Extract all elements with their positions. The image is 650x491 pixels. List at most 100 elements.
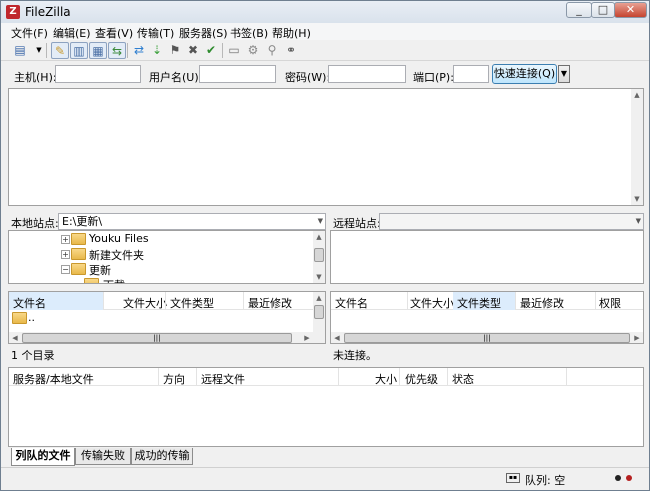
col-filetype[interactable]: 文件类型 — [170, 295, 214, 311]
tree-item-label: Youku Files — [89, 232, 149, 245]
username-label: 用户名(U): — [149, 71, 203, 84]
tree-item-label: 下载 — [103, 277, 125, 283]
col-size[interactable]: 大小 — [375, 371, 397, 387]
search-icon[interactable]: ⚭ — [282, 42, 300, 59]
transfer-queue[interactable]: 服务器/本地文件 方向 远程文件 大小 优先级 状态 — [8, 367, 644, 447]
local-tree-icon[interactable]: ▥ — [70, 42, 88, 59]
remote-site-bar: 远程站点: ▼ — [330, 212, 644, 231]
local-path-combo[interactable]: E:\更新\ ▼ — [58, 213, 326, 230]
col-status[interactable]: 状态 — [452, 371, 474, 387]
col-filename[interactable]: 文件名 — [335, 295, 368, 311]
local-file-scrollbar[interactable]: ▲ — [313, 292, 325, 332]
menu-file[interactable]: 文件(F) — [11, 25, 48, 41]
filter-icon[interactable]: ▭ — [225, 42, 243, 59]
expand-icon[interactable]: + — [61, 250, 70, 259]
col-permissions[interactable]: 权限 — [599, 295, 621, 311]
file-name: .. — [28, 311, 35, 324]
menu-bookmarks[interactable]: 书签(B) — [230, 25, 268, 41]
remote-path-combo[interactable]: ▼ — [379, 213, 644, 230]
col-filesize[interactable]: 文件大小 — [123, 295, 167, 311]
window-title: FileZilla — [25, 5, 71, 19]
maximize-button[interactable]: □ — [591, 2, 615, 18]
tree-item[interactable]: 下载 — [9, 276, 309, 283]
message-log-icon[interactable]: ✎ — [51, 42, 69, 59]
message-log[interactable]: ▲ ▼ — [8, 88, 644, 206]
col-priority[interactable]: 优先级 — [405, 371, 438, 387]
site-manager-icon[interactable]: ▤ — [11, 42, 29, 59]
remote-tree[interactable] — [330, 230, 644, 284]
quickconnect-bar: 主机(H): 用户名(U): 密码(W): 端口(P): 快速连接(Q) ▼ — [1, 62, 649, 87]
username-input[interactable] — [199, 65, 276, 83]
col-direction[interactable]: 方向 — [163, 371, 185, 387]
col-filetype[interactable]: 文件类型 — [457, 295, 501, 311]
queue-icon[interactable]: ⇆ — [108, 42, 126, 59]
remote-tree-icon[interactable]: ▦ — [89, 42, 107, 59]
menu-transfer[interactable]: 传输(T) — [137, 25, 174, 41]
menu-view[interactable]: 查看(V) — [95, 25, 133, 41]
remote-file-list[interactable]: 文件名 文件大小 文件类型 最近修改 权限 ◀ ||| ▶ — [330, 291, 644, 344]
folder-icon — [12, 312, 27, 324]
reconnect-icon[interactable]: ✔ — [202, 42, 220, 59]
menu-bar: 文件(F) 编辑(E) 查看(V) 传输(T) 服务器(S) 书签(B) 帮助(… — [1, 23, 649, 40]
download-indicator-icon — [626, 475, 632, 481]
filezilla-logo-icon: Z — [6, 5, 20, 19]
tab-successful-transfers[interactable]: 成功的传输 — [131, 448, 193, 465]
local-file-list[interactable]: 文件名 ^ 文件大小 文件类型 最近修改 .. ▲ ◀ ||| ▶ — [8, 291, 326, 344]
host-label: 主机(H): — [14, 71, 57, 84]
queue-status: 队列: 空 — [525, 474, 566, 487]
compare-icon[interactable]: ⚙ — [244, 42, 262, 59]
minimize-button[interactable]: _ — [566, 2, 592, 18]
tab-failed-transfers[interactable]: 传输失败 — [75, 448, 131, 465]
chevron-down-icon: ▼ — [317, 217, 323, 225]
remote-status: 未连接。 — [333, 349, 377, 362]
port-label: 端口(P): — [413, 71, 454, 84]
host-input[interactable] — [55, 65, 141, 83]
close-button[interactable]: ✕ — [614, 2, 647, 18]
process-queue-icon[interactable]: ⇣ — [148, 42, 166, 59]
local-tree-scrollbar[interactable]: ▲ ▼ — [313, 231, 325, 283]
remote-file-header: 文件名 文件大小 文件类型 最近修改 权限 — [331, 292, 643, 310]
tab-queued-files[interactable]: 列队的文件 — [11, 448, 75, 466]
password-input[interactable] — [328, 65, 406, 83]
password-label: 密码(W): — [285, 71, 331, 84]
local-file-header: 文件名 ^ 文件大小 文件类型 最近修改 — [9, 292, 313, 310]
log-scrollbar[interactable]: ▲ ▼ — [631, 89, 643, 205]
file-row[interactable]: .. — [9, 311, 309, 326]
refresh-icon[interactable]: ⇄ — [130, 42, 148, 59]
disconnect-icon[interactable]: ✖ — [184, 42, 202, 59]
quickconnect-dropdown-icon[interactable]: ▼ — [558, 65, 570, 83]
col-filesize[interactable]: 文件大小 — [410, 295, 454, 311]
tree-item[interactable]: + 新建文件夹 — [9, 246, 309, 262]
col-modified[interactable]: 最近修改 — [248, 295, 292, 311]
col-filename[interactable]: 文件名 — [13, 295, 46, 311]
toolbar: ▤ ▼ ✎ ▥ ▦ ⇆ ⇄ ⇣ ⚑ ✖ ✔ ▭ ⚙ ⚲ ⚭ — [1, 40, 649, 61]
menu-server[interactable]: 服务器(S) — [179, 25, 228, 41]
col-modified[interactable]: 最近修改 — [520, 295, 564, 311]
sync-browse-icon[interactable]: ⚲ — [263, 42, 281, 59]
chevron-down-icon: ▼ — [635, 217, 641, 225]
folder-open-icon — [71, 263, 86, 275]
local-site-bar: 本地站点: E:\更新\ ▼ — [8, 212, 326, 231]
tree-item[interactable]: − 更新 — [9, 261, 309, 277]
port-input[interactable] — [453, 65, 489, 83]
remote-file-hscrollbar[interactable]: ◀ ||| ▶ — [331, 332, 643, 343]
col-remote-file[interactable]: 远程文件 — [201, 371, 245, 387]
local-file-hscrollbar[interactable]: ◀ ||| ▶ — [9, 332, 325, 343]
expand-icon[interactable]: + — [61, 235, 70, 244]
tree-item[interactable]: + Youku Files — [9, 231, 309, 247]
title-bar: Z FileZilla _ □ ✕ — [1, 1, 649, 23]
quickconnect-button[interactable]: 快速连接(Q) — [492, 64, 557, 84]
collapse-icon[interactable]: − — [61, 265, 70, 274]
menu-help[interactable]: 帮助(H) — [272, 25, 311, 41]
filezilla-window: Z FileZilla _ □ ✕ 文件(F) 编辑(E) 查看(V) 传输(T… — [0, 0, 650, 491]
local-tree[interactable]: + Youku Files + 新建文件夹 − 更新 下载 ▲ ▼ — [8, 230, 326, 284]
remote-site-label: 远程站点: — [333, 217, 381, 230]
folder-icon — [84, 278, 99, 283]
menu-edit[interactable]: 编辑(E) — [53, 25, 91, 41]
local-site-label: 本地站点: — [11, 217, 59, 230]
cancel-icon[interactable]: ⚑ — [166, 42, 184, 59]
col-server-local-file[interactable]: 服务器/本地文件 — [13, 371, 94, 387]
folder-icon — [71, 233, 86, 245]
upload-indicator-icon — [615, 475, 621, 481]
local-status: 1 个目录 — [11, 349, 55, 362]
